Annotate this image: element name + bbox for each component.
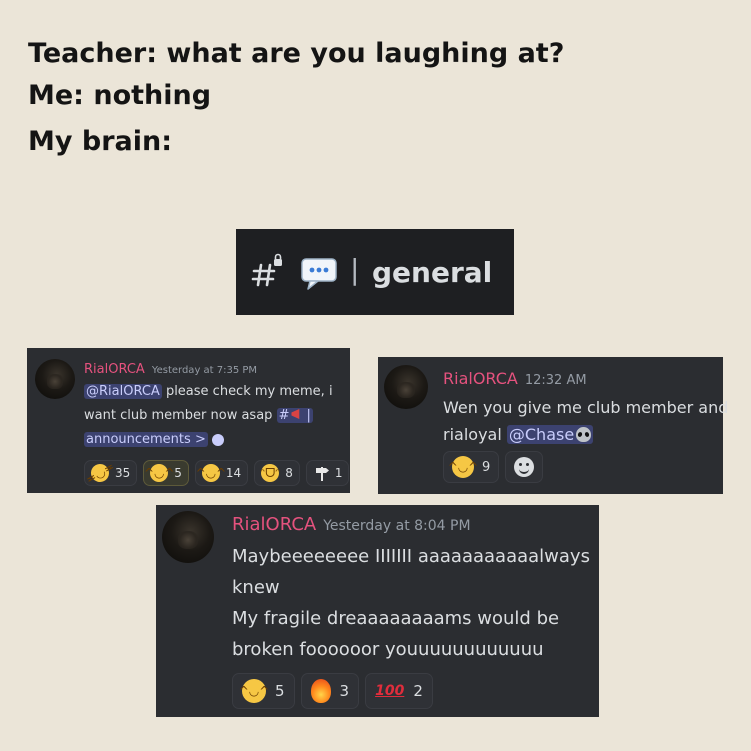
channel-name: general xyxy=(372,256,493,289)
timestamp: Yesterday at 8:04 PM xyxy=(323,518,471,534)
timestamp: 12:32 AM xyxy=(524,373,587,388)
tears-of-joy-emoji: ^◡^ xyxy=(143,464,175,482)
timestamp: Yesterday at 7:35 PM xyxy=(151,365,258,376)
message-text: broken foooooor youuuuuuuuuuuu xyxy=(232,639,544,660)
message-card-3[interactable]: RialORCA Yesterday at 8:04 PM Maybeeeeeee… xyxy=(156,505,599,717)
caption-line-1: Teacher: what are you laughing at? xyxy=(28,38,565,69)
reaction-grinning[interactable]: ᵔᗜᵔ 8 xyxy=(254,460,300,486)
message-text: please check my meme, i xyxy=(161,384,333,399)
reaction-tears-of-joy[interactable]: ^◡^ 5 xyxy=(143,460,189,486)
channel-mention[interactable]: # | xyxy=(276,408,313,423)
reaction-count: 1 xyxy=(334,466,343,480)
megaphone-icon xyxy=(291,409,300,419)
author-name[interactable]: RialORCA xyxy=(84,362,145,377)
hundred-points-emoji: 100 xyxy=(375,683,405,699)
reaction-count: 8 xyxy=(285,466,293,480)
hash-icon: # xyxy=(278,408,290,423)
caption-line-3: My brain: xyxy=(28,126,173,157)
reaction-rolling-laughing[interactable]: ≖◡≖ 35 xyxy=(83,459,138,487)
avatar[interactable] xyxy=(384,365,428,409)
tears-of-joy-emoji: ^◡^ xyxy=(239,679,269,703)
user-mention[interactable]: @Chase xyxy=(506,425,594,444)
reaction-count: 5 xyxy=(275,682,285,700)
author-name[interactable]: RialORCA xyxy=(443,369,518,388)
message-text: My fragile dreaaaaaaaams would be xyxy=(232,608,560,629)
reaction-row: ^◡^ 9 xyxy=(443,451,544,483)
reaction-hundred[interactable]: 100 2 xyxy=(365,673,433,709)
channel-mention-name[interactable]: announcements > xyxy=(84,432,208,447)
grinning-emoji: ᵔᗜᵔ xyxy=(260,464,281,482)
rolling-laughing-emoji: ≖◡≖ xyxy=(83,459,117,487)
caption-line-2: Me: nothing xyxy=(28,80,212,111)
tears-of-joy-emoji: ^◡^ xyxy=(448,456,478,478)
channel-header[interactable]: | general xyxy=(236,229,514,315)
reaction-count: 14 xyxy=(225,466,242,480)
reaction-fire[interactable]: 3 xyxy=(300,673,360,709)
channel-separator: | xyxy=(350,253,360,286)
message-card-2[interactable]: RialORCA 12:32 AM Wen you give me club me… xyxy=(378,357,728,494)
locked-hash-icon xyxy=(250,253,286,289)
channel-mention-separator: | xyxy=(306,408,311,423)
add-reaction-button[interactable] xyxy=(505,451,544,483)
arrow-signpost-emoji xyxy=(313,464,331,482)
thread-bubble-icon xyxy=(211,433,224,446)
speech-bubble-icon xyxy=(300,257,340,291)
avatar[interactable] xyxy=(35,359,75,399)
reaction-count: 2 xyxy=(413,682,423,700)
message-text: knew xyxy=(232,577,280,598)
author-name[interactable]: RialORCA xyxy=(232,514,316,535)
message-card-1[interactable]: RialORCA Yesterday at 7:35 PM @RialORCA p… xyxy=(27,348,350,493)
reaction-signpost[interactable]: 1 xyxy=(305,460,350,486)
alien-emoji xyxy=(576,427,592,442)
message-text: Wen you give me club member and xyxy=(443,398,729,417)
reaction-tears-of-joy[interactable]: ^◡^ 14 xyxy=(194,460,249,486)
tears-of-joy-emoji: ^◡^ xyxy=(195,464,227,482)
user-mention[interactable]: @RialORCA xyxy=(84,384,162,399)
reaction-row: ^◡^ 5 3 100 2 xyxy=(232,673,433,709)
message-text: Maybeeeeeeee IIIIIII aaaaaaaaaaalways xyxy=(232,546,590,567)
message-text: rialoyal xyxy=(443,425,507,444)
avatar[interactable] xyxy=(162,511,214,563)
reaction-count: 9 xyxy=(482,459,491,475)
reaction-count: 5 xyxy=(174,466,182,480)
fire-emoji xyxy=(310,679,331,703)
reaction-count: 35 xyxy=(115,466,131,480)
reaction-tears-of-joy[interactable]: ^◡^ 9 xyxy=(443,451,500,483)
reaction-tears-of-joy[interactable]: ^◡^ 5 xyxy=(232,673,295,709)
message-text: want club member now asap xyxy=(84,408,277,423)
reaction-row: ≖◡≖ 35 ^◡^ 5 ^◡^ 14 ᵔᗜᵔ 8 1 xyxy=(83,459,350,487)
reaction-count: 3 xyxy=(339,682,350,700)
add-reaction-icon xyxy=(514,457,535,477)
